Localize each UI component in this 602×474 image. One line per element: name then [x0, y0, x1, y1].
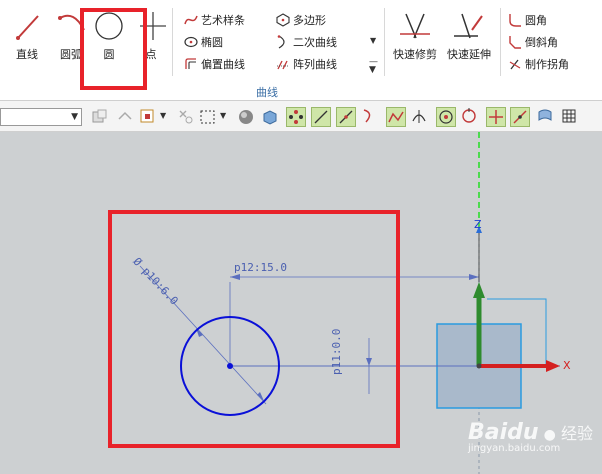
watermark-brand: Baidu: [468, 420, 539, 445]
curve-group-label: 曲线: [256, 86, 278, 99]
gallery-expand-arrow[interactable]: ▼: [370, 36, 376, 45]
studio-spline-button[interactable]: 艺术样条: [184, 12, 245, 30]
make-corner-button[interactable]: 制作拐角: [508, 56, 569, 74]
pattern-curve-icon: [277, 60, 289, 70]
quick-extend-button[interactable]: 快速延伸: [444, 10, 494, 62]
quick-trim-icon: [398, 10, 432, 44]
x-axis-arrowhead: [546, 360, 560, 372]
quick-extend-label: 快速延伸: [447, 48, 491, 61]
snap-intersection-icon[interactable]: [386, 107, 406, 127]
spline-icon: [184, 15, 198, 25]
undo-filter-icon[interactable]: [115, 107, 135, 127]
chamfer-icon: [509, 36, 521, 49]
offset-curve-button[interactable]: 偏置曲线: [184, 56, 245, 74]
conic-button[interactable]: 二次曲线: [276, 34, 337, 52]
watermark-brand-cn: 经验: [560, 424, 593, 443]
rectangle-select-icon[interactable]: [198, 107, 218, 127]
snap-point-on-curve-icon[interactable]: [510, 107, 530, 127]
snap-quadrant-icon[interactable]: [460, 107, 480, 127]
snap-all-points-icon[interactable]: [286, 107, 306, 127]
paw-icon: ●: [543, 427, 556, 443]
watermark-url: jingyan.baidu.com: [468, 443, 561, 454]
separator: [500, 8, 501, 76]
solid-body-icon[interactable]: [260, 107, 280, 127]
baidu-watermark: Baidu ● 经验 jingyan.baidu.com: [468, 420, 593, 454]
conic-icon: [277, 35, 285, 49]
fillet-icon: [509, 14, 521, 27]
polygon-button[interactable]: 多边形: [276, 12, 326, 30]
line-button[interactable]: 直线: [12, 10, 42, 62]
snap-grid-icon[interactable]: [560, 107, 580, 127]
gallery-more-arrow[interactable]: — ▼: [369, 58, 378, 75]
line-icon: [12, 10, 46, 44]
selection-scope-icon[interactable]: [138, 107, 158, 127]
ellipse-button[interactable]: 椭圆: [184, 34, 223, 52]
polygon-label: 多边形: [293, 14, 326, 27]
make-corner-label: 制作拐角: [525, 58, 569, 71]
snap-endpoint-icon[interactable]: [311, 107, 331, 127]
snap-point-on-face-icon[interactable]: [536, 107, 556, 127]
offset-curve-label: 偏置曲线: [201, 58, 245, 71]
snap-tangent-icon[interactable]: [410, 107, 430, 127]
snap-options-icon[interactable]: [176, 107, 196, 127]
circle-button-highlight: [80, 8, 147, 90]
snap-midpoint-icon[interactable]: [336, 107, 356, 127]
chamfer-button[interactable]: 倒斜角: [508, 34, 558, 52]
separator: [384, 8, 385, 76]
chevron-down-icon: ▼: [71, 112, 78, 122]
origin-point: [476, 363, 482, 369]
sketch-highlight: [108, 210, 400, 448]
studio-spline-label: 艺术样条: [201, 14, 245, 27]
quick-trim-button[interactable]: 快速修剪: [390, 10, 440, 62]
chamfer-label: 倒斜角: [525, 36, 558, 49]
quick-extend-icon: [452, 10, 486, 44]
filter-icon[interactable]: [90, 107, 110, 127]
quick-trim-label: 快速修剪: [393, 48, 437, 61]
ellipse-icon: [184, 36, 198, 48]
dim-arrow-right: [469, 274, 479, 280]
pattern-curve-button[interactable]: 阵列曲线: [276, 56, 337, 74]
x-axis-label: X: [563, 359, 571, 372]
pattern-curve-label: 阵列曲线: [293, 58, 337, 71]
snap-arc-center-icon[interactable]: [436, 107, 456, 127]
ellipse-label: 椭圆: [201, 36, 223, 49]
make-corner-icon: [509, 59, 521, 70]
z-axis-label: Z: [474, 218, 482, 231]
line-label: 直线: [16, 48, 38, 61]
z-axis-arrowhead: [473, 282, 485, 298]
selection-toolbar: ▼ ▼ ▼: [0, 100, 602, 132]
snap-control-point-icon[interactable]: [360, 107, 380, 127]
snap-existing-point-icon[interactable]: [486, 107, 506, 127]
type-filter-dropdown[interactable]: ▼: [0, 108, 82, 126]
separator: [172, 8, 173, 76]
conic-label: 二次曲线: [293, 36, 337, 49]
rect-dropdown-arrow[interactable]: ▼: [220, 111, 226, 120]
fillet-label: 圆角: [525, 14, 547, 27]
scope-dropdown-arrow[interactable]: ▼: [160, 111, 166, 120]
polygon-icon: [276, 13, 290, 27]
offset-curve-icon: [185, 58, 196, 69]
sphere-icon[interactable]: [236, 107, 256, 127]
fillet-button[interactable]: 圆角: [508, 12, 547, 30]
